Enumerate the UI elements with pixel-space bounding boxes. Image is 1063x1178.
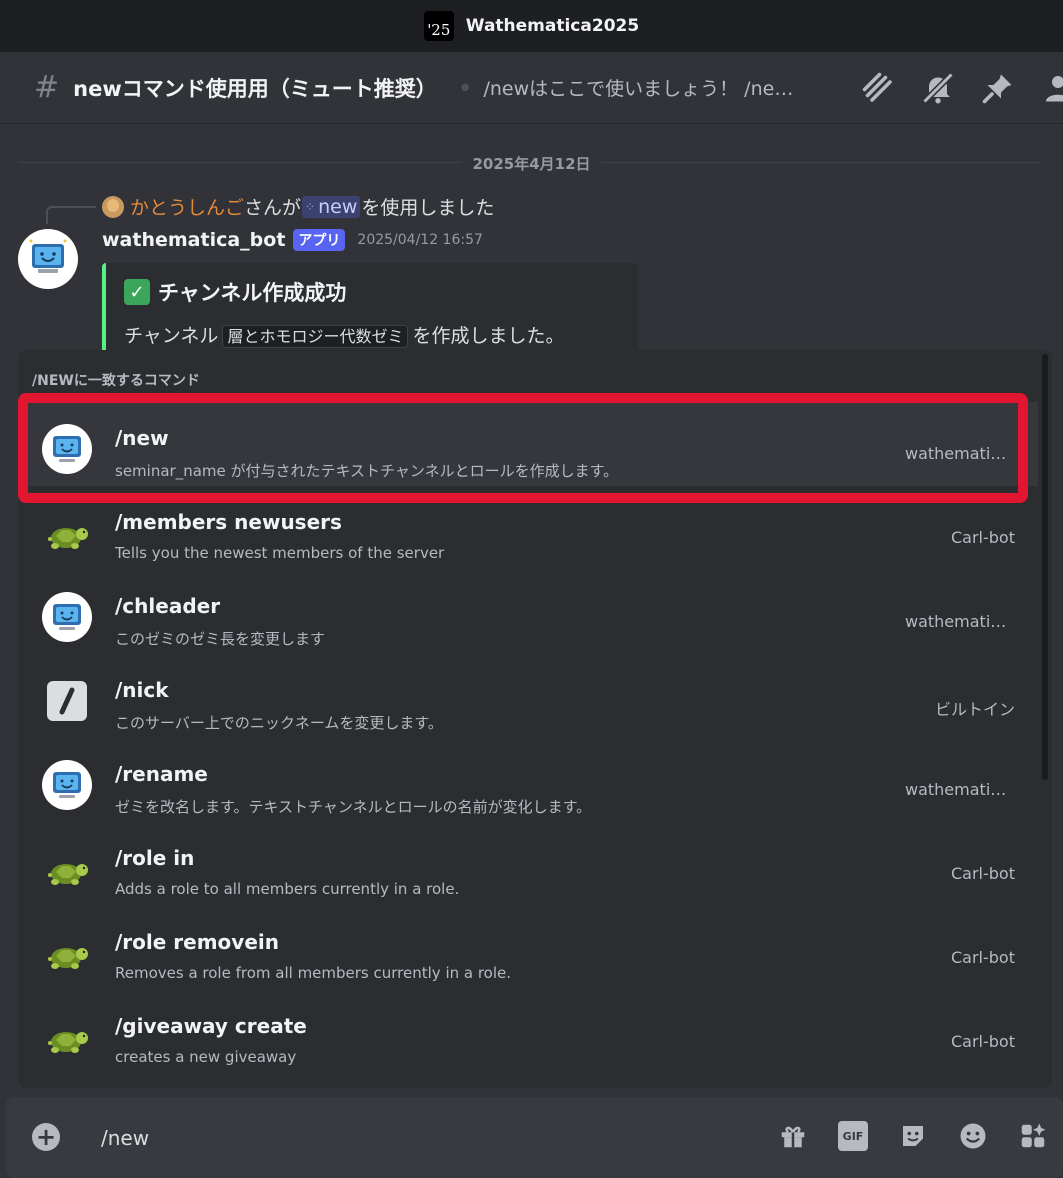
command-app-name: Carl-bot	[951, 948, 1015, 967]
command-name: /rename	[115, 762, 208, 786]
command-description: ゼミを改名します。テキストチャンネルとロールの名前が変化します。	[115, 798, 592, 816]
command-description: seminar_name が付与されたテキストチャンネルとロールを作成します。	[115, 462, 619, 480]
command-list: /new seminar_name が付与されたテキストチャンネルとロールを作成し…	[18, 402, 1038, 1074]
scrollbar[interactable]	[1042, 354, 1048, 780]
reply-username[interactable]: かとうしんご	[130, 193, 244, 220]
members-icon[interactable]	[1040, 70, 1063, 106]
pin-icon[interactable]	[980, 70, 1016, 106]
command-app-name: ビルトイン	[934, 700, 1015, 719]
server-logo: '25	[423, 11, 454, 41]
bot-avatar-icon	[42, 592, 92, 642]
turtle-icon	[42, 928, 92, 978]
channel-code: 層とホモロジー代数ゼミ	[222, 325, 409, 348]
command-description: Removes a role from all members currentl…	[115, 964, 512, 982]
title-bar: '25 Wathematica2025	[0, 0, 1063, 52]
channel-name: newコマンド使用用（ミュート推奨）	[73, 76, 437, 101]
command-app-name: Carl-bot	[951, 1032, 1015, 1051]
turtle-icon	[42, 844, 92, 894]
header-toolbar	[860, 70, 1063, 106]
sticker-icon[interactable]	[898, 1121, 928, 1151]
apps-icon[interactable]	[1018, 1121, 1048, 1151]
emoji-icon[interactable]	[958, 1121, 988, 1151]
command-name: /nick	[115, 678, 169, 702]
turtle-icon	[42, 1012, 92, 1062]
command-autocomplete: /NEWに一致するコマンド /new seminar_name が付与されたテキス…	[18, 350, 1052, 1088]
embed-title: チャンネル作成成功	[158, 281, 347, 305]
command-name: /role removein	[115, 930, 279, 954]
check-mark-icon: ✓	[124, 279, 150, 305]
turtle-icon	[42, 508, 92, 558]
slash-icon	[42, 676, 92, 726]
hash-icon: #	[34, 70, 60, 105]
command-app-name: wathematica_bot	[905, 612, 1015, 631]
command-reply[interactable]: かとうしんご さんが ⁘ new を使用しました	[102, 193, 494, 220]
command-app-name: wathematica_bot	[905, 780, 1015, 799]
plus-circle-icon[interactable]: +	[32, 1123, 60, 1151]
command-name: /members newusers	[115, 510, 342, 534]
command-name: /chleader	[115, 594, 221, 618]
bot-avatar[interactable]	[18, 229, 78, 289]
date-divider: 2025年4月12日	[462, 155, 601, 173]
command-description: Tells you the newest members of the serv…	[115, 544, 445, 562]
message-input[interactable]	[101, 1123, 721, 1153]
bell-muted-icon[interactable]	[920, 70, 956, 106]
gif-icon[interactable]: GIF	[838, 1121, 868, 1151]
command-row[interactable]: /giveaway create creates a new giveaway Ca…	[18, 990, 1038, 1074]
command-app-name: Carl-bot	[951, 528, 1015, 547]
message-author[interactable]: wathematica_bot	[102, 229, 285, 251]
embed-description: チャンネル 層とホモロジー代数ゼミ を作成しました。	[124, 325, 565, 348]
command-app-name: wathematica_bot	[905, 444, 1015, 463]
message-header: wathematica_bot アプリ 2025/04/12 16:57	[102, 229, 483, 251]
command-description: creates a new giveaway	[115, 1048, 297, 1066]
app-command-icon: ⁘	[305, 199, 316, 214]
message-timestamp: 2025/04/12 16:57	[357, 232, 483, 248]
message-embed: ✓ チャンネル作成成功 チャンネル 層とホモロジー代数ゼミ を作成しました。	[102, 263, 638, 363]
command-description: このゼミのゼミ長を変更します	[115, 630, 326, 648]
command-mention[interactable]: ⁘ new	[302, 195, 361, 218]
command-name: /giveaway create	[115, 1014, 307, 1038]
channel-header: # newコマンド使用用（ミュート推奨） ● /newはここで使いましょう！ /…	[0, 52, 1063, 124]
command-name: /role in	[115, 846, 195, 870]
command-row[interactable]: /nick このサーバー上でのニックネームを変更します。 ビルトイン	[18, 654, 1038, 738]
command-description: Adds a role to all members currently in …	[115, 880, 460, 898]
command-row[interactable]: /chleader このゼミのゼミ長を変更します wathematica_bot	[18, 570, 1038, 654]
gift-icon[interactable]	[778, 1121, 808, 1151]
bot-avatar-icon	[42, 424, 92, 474]
command-row[interactable]: /members newusers Tells you the newest me…	[18, 486, 1038, 570]
message-composer: + GIF	[6, 1097, 1063, 1178]
command-name: /new	[115, 426, 169, 450]
threads-icon[interactable]	[860, 70, 896, 106]
command-description: このサーバー上でのニックネームを変更します。	[115, 714, 443, 732]
server-name: Wathematica2025	[465, 16, 640, 36]
command-row[interactable]: /new seminar_name が付与されたテキストチャンネルとロールを作成し…	[18, 402, 1038, 486]
command-app-name: Carl-bot	[951, 864, 1015, 883]
reply-connector	[46, 206, 96, 224]
topic-divider: ●	[460, 82, 470, 93]
bot-avatar-icon	[42, 760, 92, 810]
app-badge: アプリ	[293, 229, 346, 251]
command-row[interactable]: /role in Adds a role to all members curre…	[18, 822, 1038, 906]
user-mini-avatar[interactable]	[102, 195, 124, 218]
channel-topic[interactable]: /newはここで使いましょう！ /newで作成したチャンネルは	[483, 74, 803, 101]
command-row[interactable]: /role removein Removes a role from all me…	[18, 906, 1038, 990]
autocomplete-title: /NEWに一致するコマンド	[32, 373, 200, 389]
command-row[interactable]: /rename ゼミを改名します。テキストチャンネルとロールの名前が変化します。 w…	[18, 738, 1038, 822]
